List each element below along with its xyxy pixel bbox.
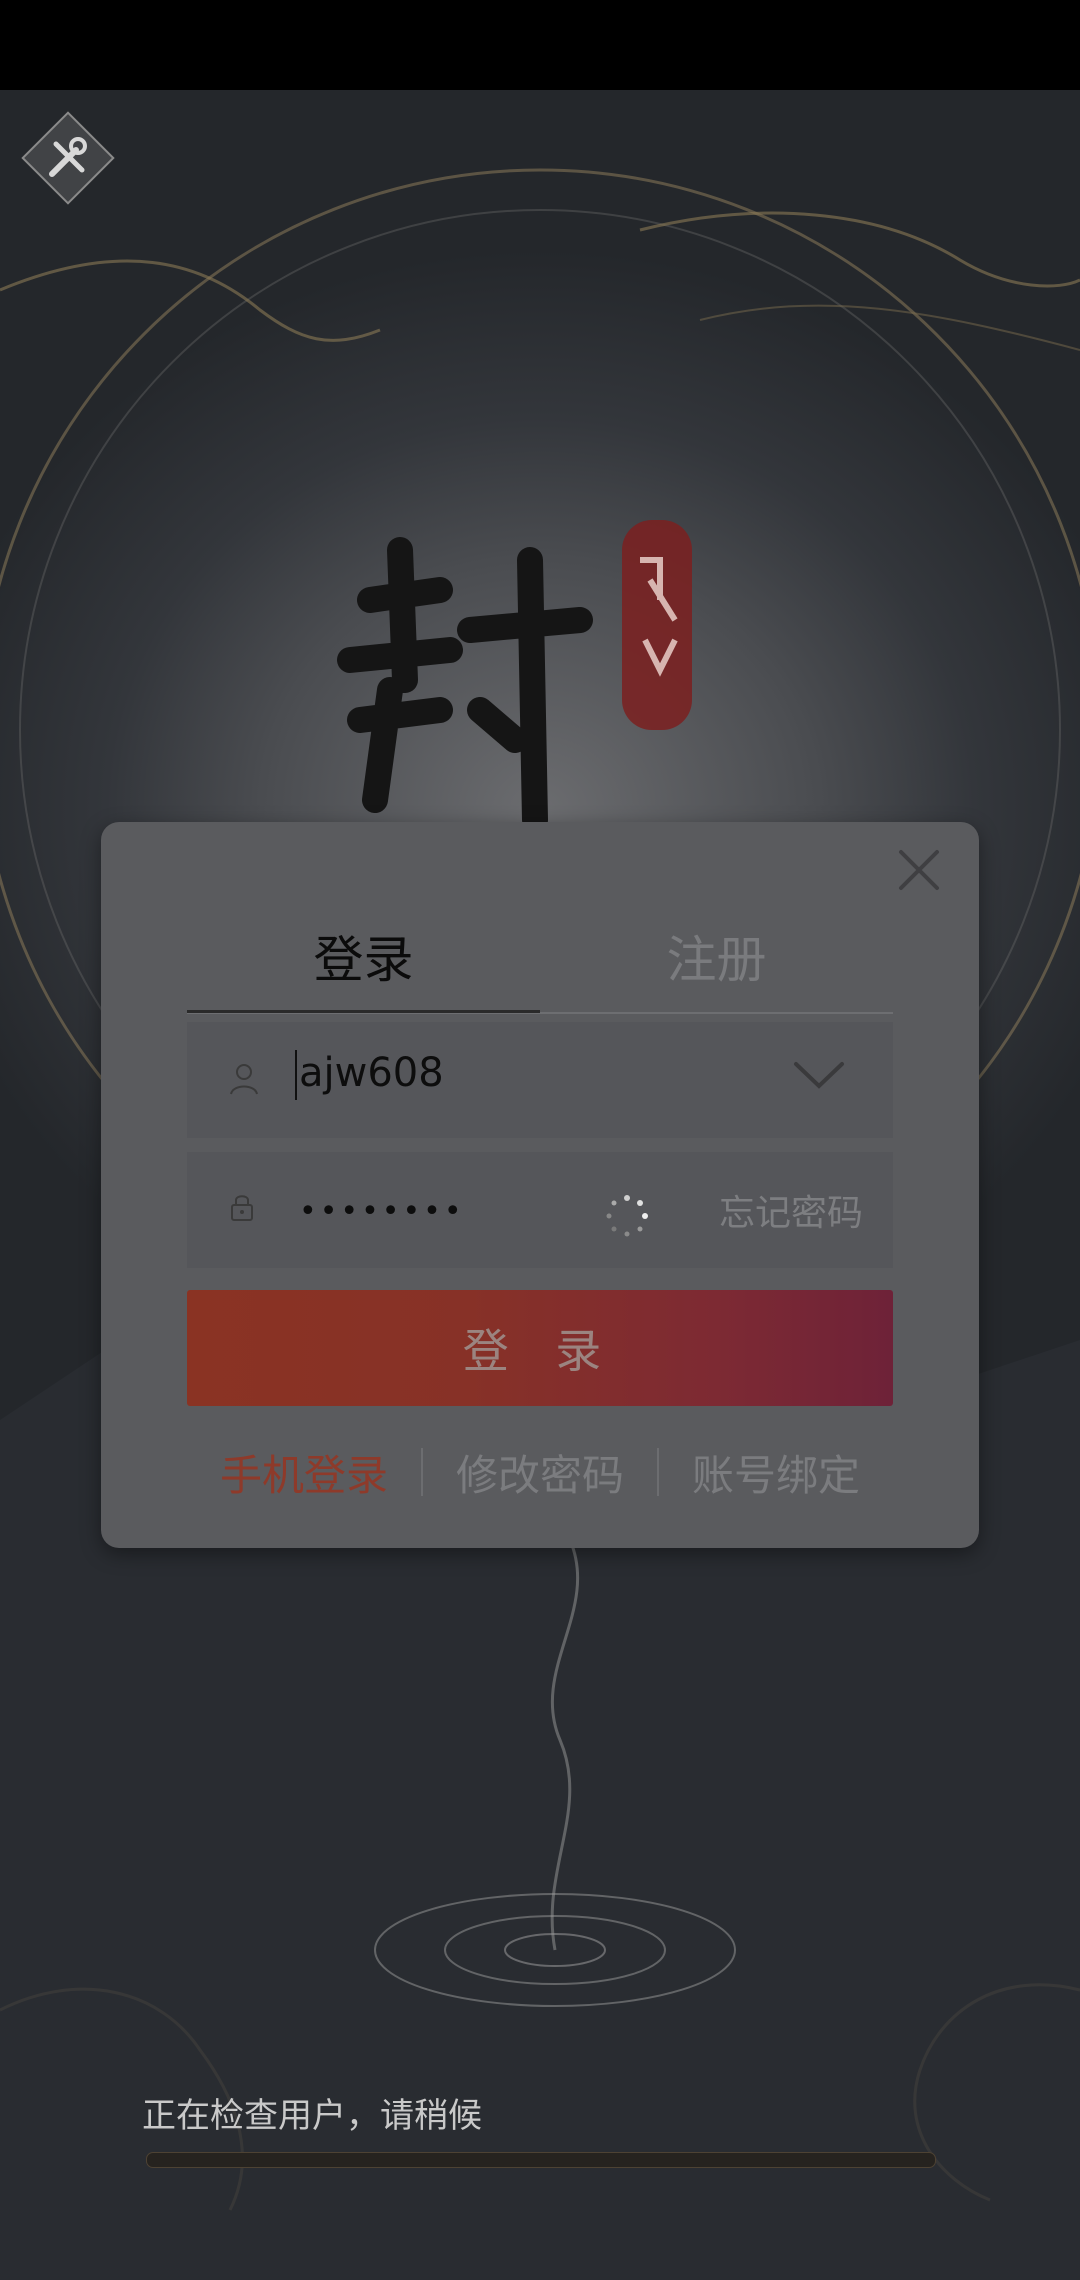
user-icon xyxy=(230,1064,258,1095)
tab-bar: 登录 注册 xyxy=(187,902,893,1014)
username-value: ajw608 xyxy=(299,1050,444,1096)
login-dialog: 登录 注册 ajw608 •••••••• 忘记密码 登 录 手机登录 修改密码… xyxy=(101,822,979,1548)
login-button[interactable]: 登 录 xyxy=(187,1290,893,1406)
settings-tool-button[interactable] xyxy=(21,111,115,205)
close-icon xyxy=(899,850,939,890)
text-cursor xyxy=(295,1050,297,1100)
loading-progress-bar xyxy=(146,2152,936,2168)
password-value: •••••••• xyxy=(299,1194,465,1229)
password-field[interactable]: •••••••• 忘记密码 xyxy=(187,1152,893,1268)
change-password-link[interactable]: 修改密码 xyxy=(423,1442,657,1503)
tools-icon xyxy=(49,137,87,177)
forgot-password-link[interactable]: 忘记密码 xyxy=(719,1184,863,1236)
status-bar xyxy=(0,0,1080,90)
bind-account-link[interactable]: 账号绑定 xyxy=(659,1442,893,1503)
tab-login[interactable]: 登录 xyxy=(187,902,540,1013)
account-links: 手机登录 修改密码 账号绑定 xyxy=(187,1442,893,1502)
loading-status-text: 正在检查用户，请稍候 xyxy=(142,2096,482,2136)
spinner-icon xyxy=(606,1195,648,1237)
lock-icon xyxy=(231,1195,253,1221)
phone-login-link[interactable]: 手机登录 xyxy=(187,1442,421,1503)
chevron-down-icon[interactable] xyxy=(793,1060,845,1090)
close-button[interactable] xyxy=(889,840,949,900)
tab-register[interactable]: 注册 xyxy=(540,902,893,1010)
username-field[interactable]: ajw608 xyxy=(187,1022,893,1138)
